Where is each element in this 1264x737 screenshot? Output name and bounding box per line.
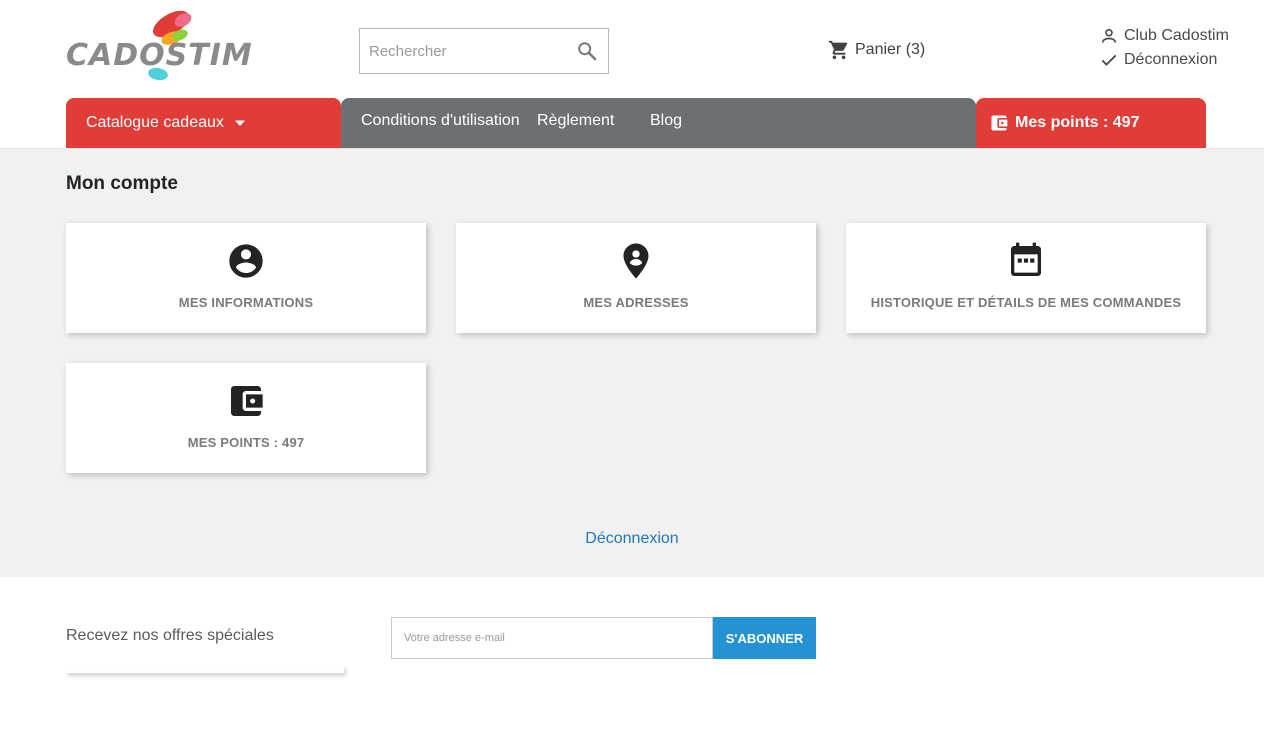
main-content: Mon compte Mes informations Mes adresses… <box>0 148 1264 577</box>
email-field[interactable] <box>391 617 713 659</box>
account-circle-icon <box>229 244 263 278</box>
card-label: Mes points : 497 <box>187 435 305 450</box>
search-icon[interactable] <box>576 40 598 62</box>
card-mes-adresses[interactable]: Mes adresses <box>456 223 816 333</box>
nav-catalog-label: Catalogue cadeaux <box>86 114 224 131</box>
account-link[interactable]: Club Cadostim <box>1099 24 1229 48</box>
header-logout-label: Déconnexion <box>1124 51 1218 68</box>
newsletter-divider <box>66 665 344 673</box>
nav-link-reglement[interactable]: Règlement <box>537 112 614 130</box>
nav-link-blog[interactable]: Blog <box>650 112 682 130</box>
search-input[interactable] <box>360 29 570 73</box>
page-title: Mon compte <box>66 173 178 194</box>
newsletter-text: Recevez nos offres spéciales <box>66 627 274 644</box>
wallet-icon <box>991 115 1008 131</box>
user-name: Club Cadostim <box>1124 27 1229 44</box>
person-icon <box>1101 28 1117 43</box>
logout-link-row: Déconnexion <box>0 530 1264 548</box>
subscribe-button[interactable]: S'abonner <box>713 617 816 659</box>
nav-links-bar: Conditions d'utilisation Règlement Blog <box>341 98 976 148</box>
header-logout-link[interactable]: Déconnexion <box>1099 48 1229 72</box>
card-mes-informations[interactable]: Mes informations <box>66 223 426 333</box>
check-icon <box>1101 54 1117 66</box>
logo-text: CADOSTIM <box>66 38 253 73</box>
cart-label: Panier (3) <box>855 41 926 58</box>
nav-link-conditions[interactable]: Conditions d'utilisation <box>361 112 520 130</box>
cart-link[interactable]: Panier (3) <box>828 38 925 62</box>
user-menu: Club Cadostim Déconnexion <box>1099 24 1229 72</box>
card-label: Historique et détails de mes commandes <box>870 295 1182 310</box>
cadostim-logo[interactable]: CADOSTIM <box>66 6 252 84</box>
card-label: Mes informations <box>178 295 314 310</box>
location-pin-icon <box>623 243 649 279</box>
wallet-icon <box>231 386 263 416</box>
shopping-cart-icon <box>828 40 848 60</box>
card-mes-points[interactable]: Mes points : 497 <box>66 363 426 473</box>
card-label: Mes adresses <box>583 295 689 310</box>
nav-points-badge[interactable]: Mes points : 497 <box>976 98 1206 148</box>
site-header: CADOSTIM Panier (3) Club Cadostim Déconn… <box>0 0 1264 148</box>
main-nav: Catalogue cadeaux Conditions d'utilisati… <box>66 98 1206 148</box>
nav-catalog-dropdown[interactable]: Catalogue cadeaux <box>66 98 341 148</box>
logout-link[interactable]: Déconnexion <box>585 530 678 547</box>
calendar-icon <box>1011 242 1041 276</box>
site-footer: Recevez nos offres spéciales S'abonner <box>0 577 1264 737</box>
nav-points-label: Mes points : 497 <box>1015 114 1140 131</box>
search-box <box>359 28 609 74</box>
card-historique-commandes[interactable]: Historique et détails de mes commandes <box>846 223 1206 333</box>
caret-down-icon <box>234 120 245 126</box>
